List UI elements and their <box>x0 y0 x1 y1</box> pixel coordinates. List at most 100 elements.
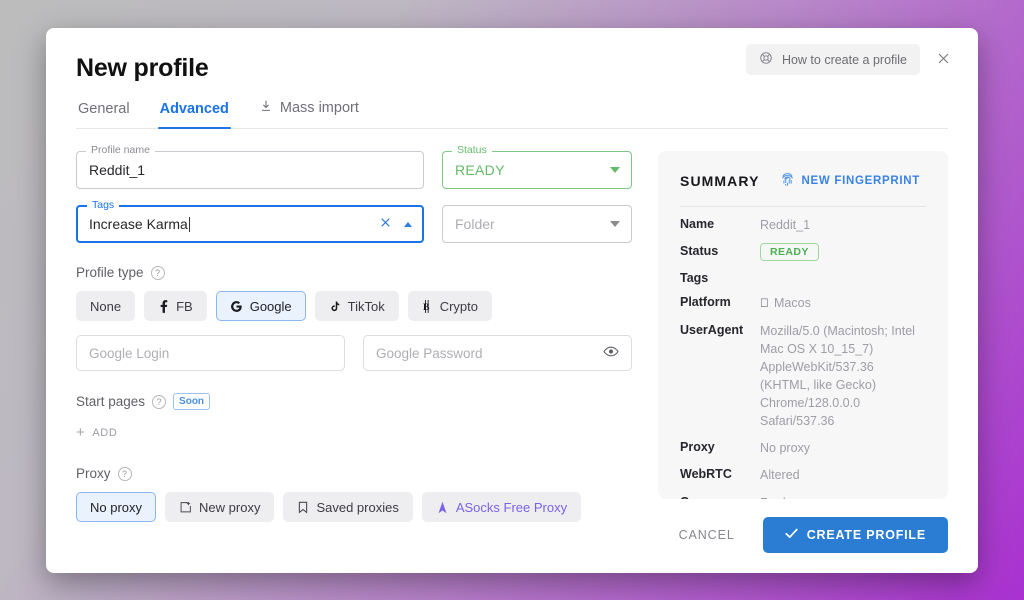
soon-badge: Soon <box>173 393 211 410</box>
bitcoin-icon: B <box>422 299 433 313</box>
status-label: Status <box>452 145 492 156</box>
how-to-create-profile-label: How to create a profile <box>781 52 907 67</box>
google-login-input[interactable]: Google Login <box>76 335 345 371</box>
cancel-button[interactable]: CANCEL <box>673 520 741 550</box>
plus-icon: + <box>76 424 86 441</box>
dialog-header: How to create a profile New profile Gene… <box>46 28 978 129</box>
chevron-up-icon[interactable] <box>404 221 412 227</box>
tiktok-icon <box>329 300 341 313</box>
profile-type-tiktok[interactable]: TikTok <box>314 291 399 321</box>
lifebuoy-icon <box>759 51 773 68</box>
tab-bar: General Advanced Mass import <box>76 97 948 129</box>
dialog-footer: CANCEL CREATE PROFILE <box>46 501 978 573</box>
help-icon[interactable]: ? <box>152 394 167 409</box>
profile-type-google[interactable]: Google <box>215 291 306 321</box>
add-start-page-label: ADD <box>92 426 118 439</box>
summary-key: WebRTC <box>680 467 732 482</box>
summary-row-name: Name Reddit_1 <box>680 207 926 234</box>
summary-panel: SUMMARY NEW FINGERPRINT Name Reddit_1 St… <box>658 151 948 501</box>
close-icon[interactable] <box>379 216 392 232</box>
create-profile-button[interactable]: CREATE PROFILE <box>762 517 948 553</box>
summary-key: Tags <box>680 271 709 286</box>
check-icon <box>785 528 798 542</box>
tags-actions <box>379 216 412 232</box>
google-credentials-row: Google Login Google Password <box>76 335 632 371</box>
profile-type-none-label: None <box>90 298 122 314</box>
summary-row-webrtc: WebRTC Altered <box>680 457 926 484</box>
chevron-down-icon <box>610 221 620 227</box>
close-icon <box>936 51 951 69</box>
tab-mass-import-label: Mass import <box>279 100 359 116</box>
new-profile-dialog: How to create a profile New profile Gene… <box>46 28 978 573</box>
proxy-section-label: Proxy ? <box>76 466 632 481</box>
profile-type-crypto-label: Crypto <box>439 298 478 314</box>
summary-key: Status <box>680 244 719 259</box>
summary-value-platform: Macos <box>760 294 811 312</box>
google-password-placeholder: Google Password <box>376 345 483 361</box>
tags-folder-row: Tags Increase Karma Folder <box>76 200 632 243</box>
help-icon[interactable]: ? <box>117 466 132 481</box>
tags-input[interactable]: Tags Increase Karma <box>76 200 424 243</box>
profile-form: Profile name Reddit_1 Status READY Tags … <box>76 145 632 522</box>
summary-row-proxy: Proxy No proxy <box>680 430 926 457</box>
tab-advanced[interactable]: Advanced <box>157 99 232 129</box>
summary-key: Canvas <box>680 494 760 499</box>
close-dialog-button[interactable] <box>930 47 956 73</box>
header-actions: How to create a profile <box>745 44 956 75</box>
profile-name-label: Profile name <box>86 145 155 156</box>
tab-mass-import[interactable]: Mass import <box>257 97 361 128</box>
add-start-page-button[interactable]: + ADD <box>76 421 117 444</box>
folder-select[interactable]: Folder <box>442 205 632 243</box>
summary-value: Mozilla/5.0 (Macintosh; Intel Mac OS X 1… <box>760 323 915 429</box>
status-badge: READY <box>760 243 819 262</box>
start-pages-label: Start pages <box>76 394 146 409</box>
summary-title: SUMMARY <box>680 173 760 189</box>
summary-key: Name <box>680 217 715 231</box>
chevron-down-icon <box>610 167 620 173</box>
summary-value: Altered <box>760 468 800 483</box>
summary-row-platform: Platform Macos <box>680 285 926 312</box>
profile-name-value: Reddit_1 <box>89 162 146 178</box>
fingerprint-icon <box>780 172 795 190</box>
profile-type-crypto[interactable]: B Crypto <box>407 291 492 321</box>
summary-key: Proxy <box>680 440 715 455</box>
dialog-body: Profile name Reddit_1 Status READY Tags … <box>46 129 978 522</box>
google-password-input[interactable]: Google Password <box>363 335 632 371</box>
status-value: READY <box>455 162 505 178</box>
help-icon[interactable]: ? <box>150 265 165 280</box>
tab-general[interactable]: General <box>76 99 132 128</box>
platform-name: Macos <box>765 296 811 311</box>
status-select[interactable]: Status READY <box>442 145 632 189</box>
create-profile-label: CREATE PROFILE <box>806 528 926 542</box>
profile-type-none[interactable]: None <box>76 291 136 321</box>
summary-row-useragent: UserAgent Mozilla/5.0 (Macintosh; Intel … <box>680 313 926 431</box>
summary-value: Real <box>760 494 786 499</box>
folder-placeholder: Folder <box>455 216 495 232</box>
facebook-icon <box>158 299 169 313</box>
summary-key: Platform <box>680 295 731 310</box>
profile-type-fb[interactable]: FB <box>144 291 207 321</box>
profile-type-label: Profile type <box>76 265 144 280</box>
summary-header: SUMMARY NEW FINGERPRINT <box>680 171 926 207</box>
profile-name-input[interactable]: Profile name Reddit_1 <box>76 145 424 189</box>
proxy-label: Proxy <box>76 466 111 481</box>
download-icon <box>259 99 273 117</box>
how-to-create-profile-button[interactable]: How to create a profile <box>745 44 920 75</box>
new-fingerprint-button[interactable]: NEW FINGERPRINT <box>774 171 926 191</box>
summary-value: No proxy <box>760 441 811 456</box>
summary-key: UserAgent <box>680 322 744 337</box>
profile-type-chip-group: None FB Google TikTok B Crypto <box>76 291 632 321</box>
svg-text:B: B <box>423 301 430 312</box>
tab-general-label: General <box>78 101 130 117</box>
tags-label: Tags <box>87 200 120 211</box>
tags-value: Increase Karma <box>89 216 188 232</box>
summary-row-canvas: Canvas Real <box>680 485 926 499</box>
summary-card: SUMMARY NEW FINGERPRINT Name Reddit_1 St… <box>658 151 948 499</box>
eye-icon[interactable] <box>603 345 619 361</box>
summary-value: Reddit_1 <box>760 218 811 232</box>
google-login-placeholder: Google Login <box>89 345 170 361</box>
text-cursor <box>188 216 190 232</box>
google-icon <box>230 300 243 313</box>
summary-row-tags: Tags <box>680 261 926 285</box>
profile-type-tiktok-label: TikTok <box>347 298 385 314</box>
